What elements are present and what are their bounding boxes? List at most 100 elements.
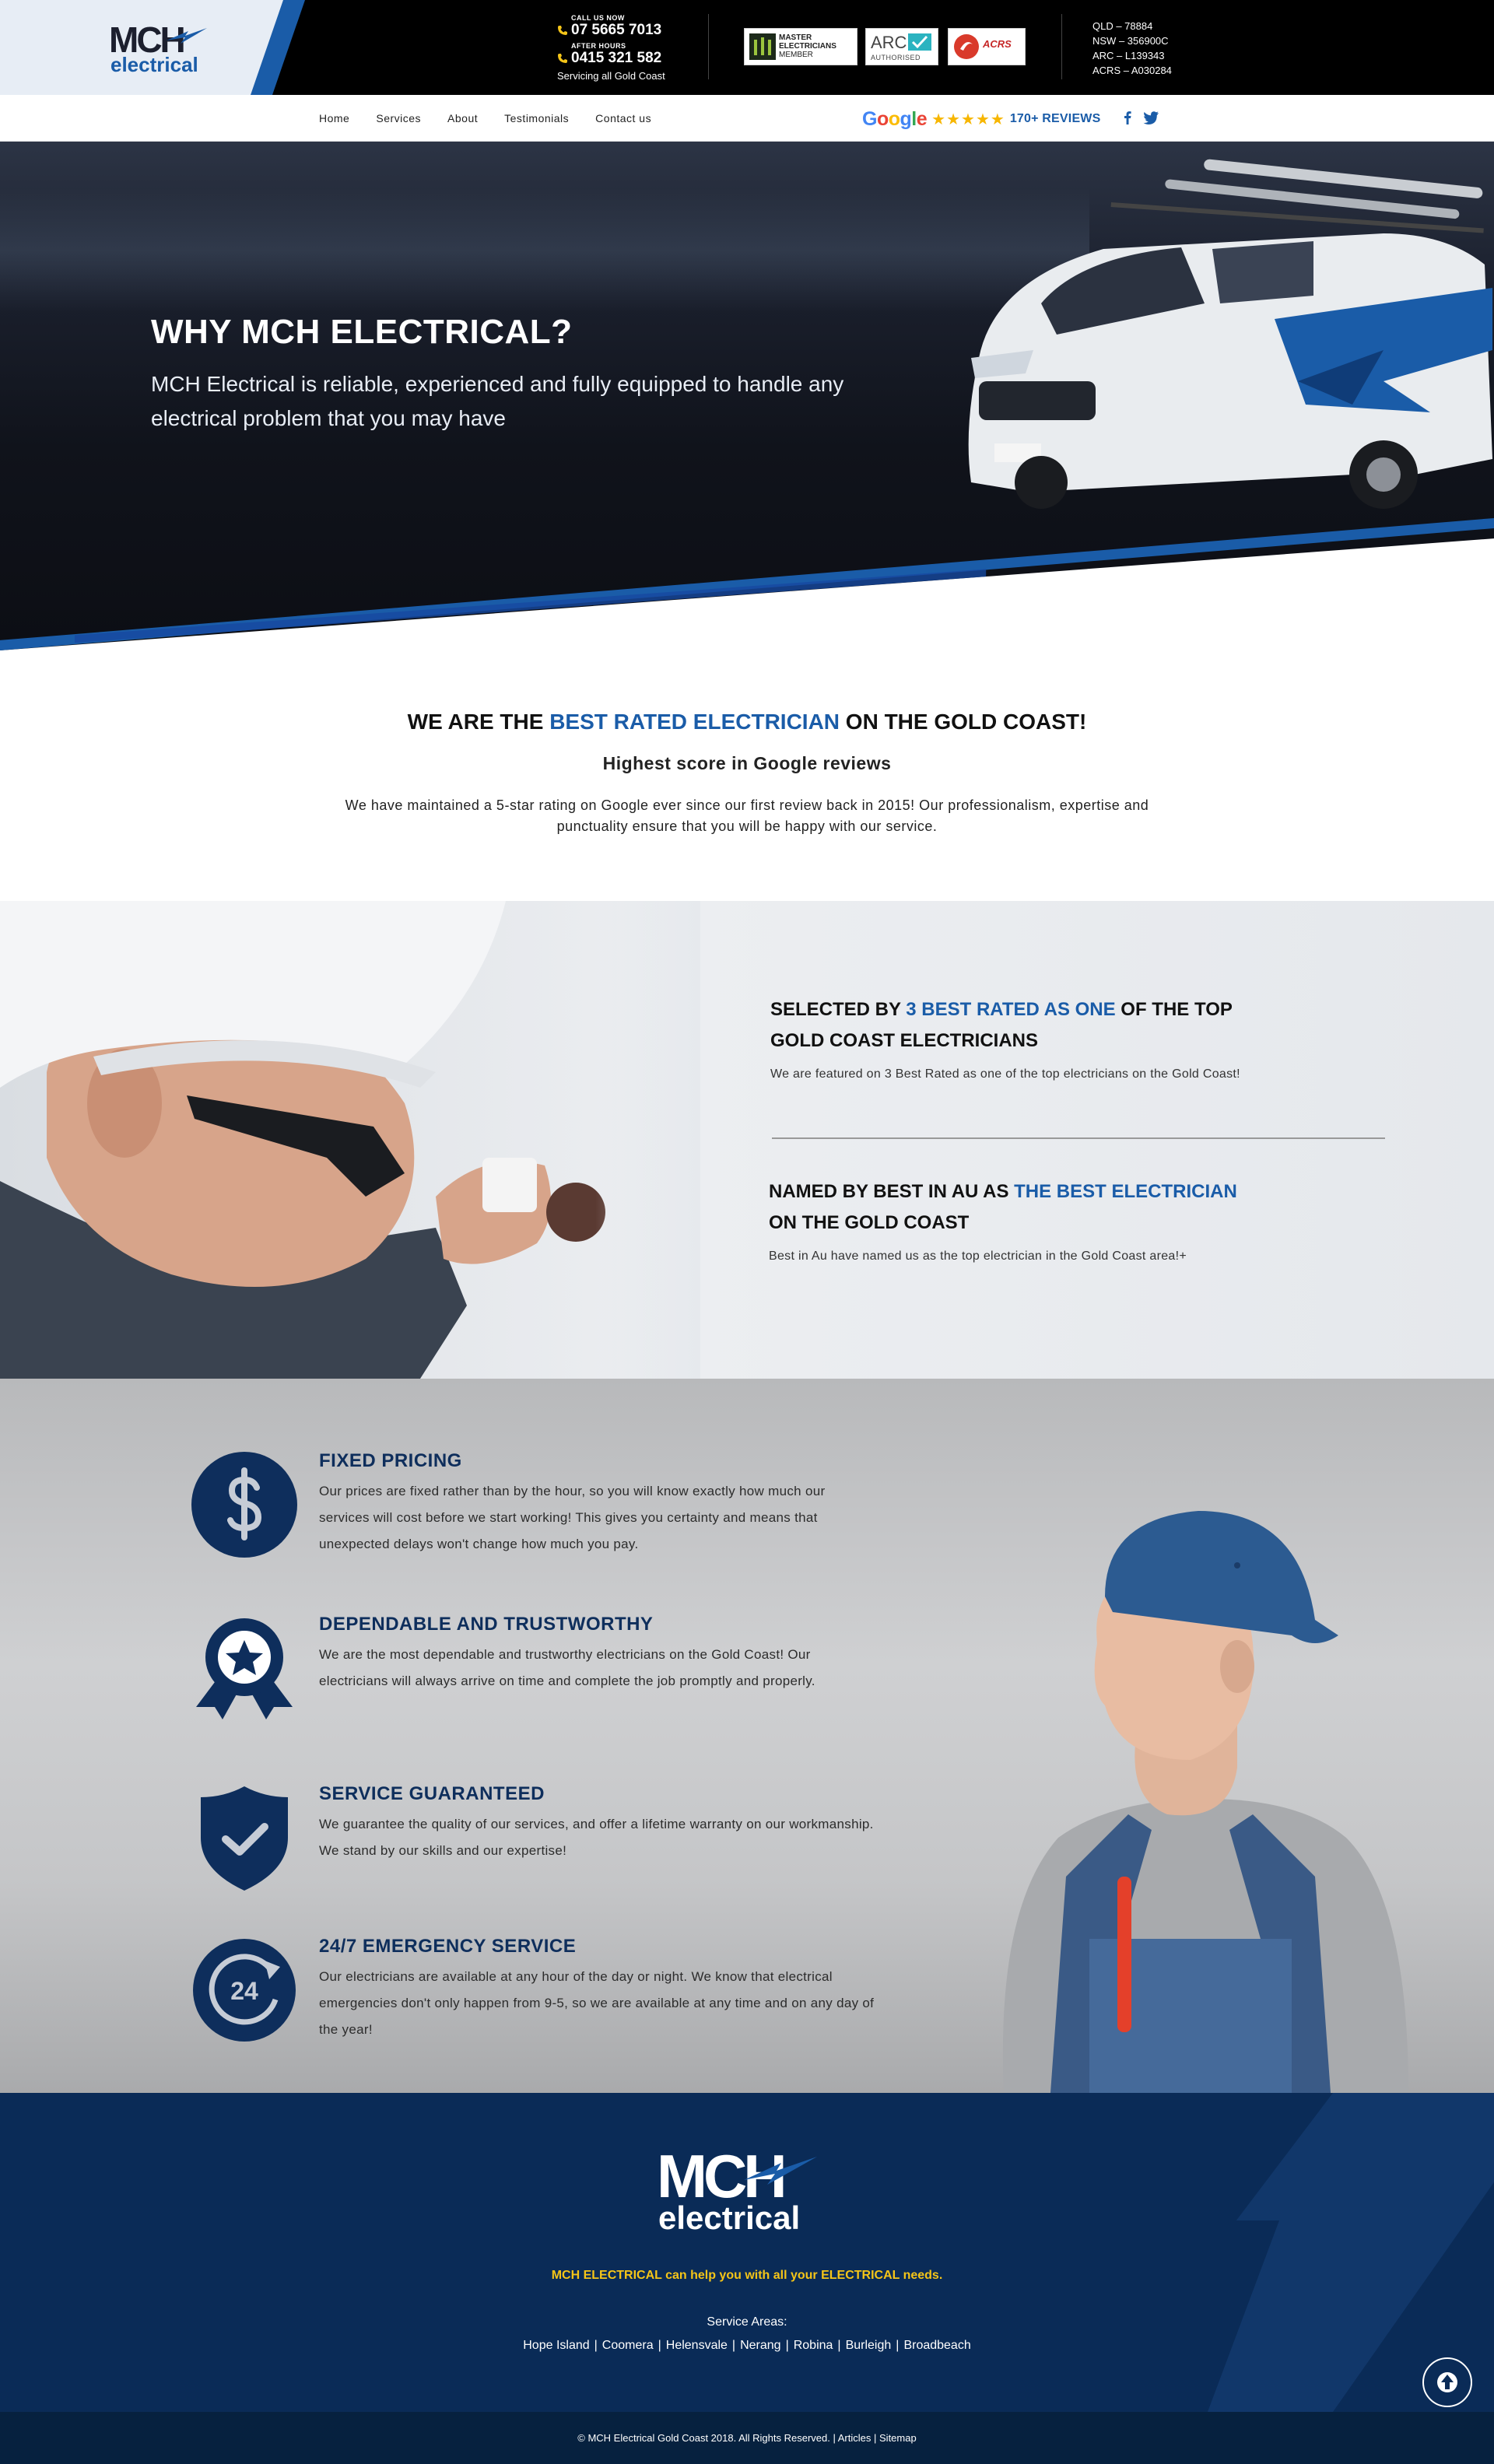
- sitemap-link[interactable]: Sitemap: [879, 2432, 917, 2444]
- rating-subtitle: Highest score in Google reviews: [602, 753, 892, 773]
- acrs-logo-icon: [954, 34, 979, 59]
- service-van-image: [968, 159, 1492, 509]
- google-reviews-link[interactable]: Google ★★★★★ 170+ REVIEWS: [862, 107, 1101, 130]
- clock-24-icon: 24: [193, 1939, 296, 2042]
- footer-logo-electrical: electrical: [658, 2199, 801, 2236]
- rating-title: WE ARE THE BEST RATED ELECTRICIAN ON THE…: [0, 710, 1494, 734]
- nav-menu: Home Services About Testimonials Contact…: [319, 95, 678, 142]
- lightning-bolt-icon: [744, 2157, 817, 2185]
- service-area-link[interactable]: Robina: [794, 2339, 833, 2352]
- rating-title-post: ON THE GOLD COAST!: [840, 710, 1087, 734]
- servicing-text: Servicing all Gold Coast: [557, 70, 665, 82]
- service-area-link[interactable]: Helensvale: [666, 2339, 728, 2352]
- scroll-to-top-button[interactable]: [1422, 2357, 1472, 2407]
- call-now-number: 07 5665 7013: [571, 22, 662, 38]
- service-areas-list: Hope Island | Coomera | Helensvale | Nerang | Ro…: [523, 2339, 971, 2352]
- featured-title-2-highlight: THE BEST ELECTRICIAN: [1014, 1181, 1237, 1202]
- service-area-link[interactable]: Broadbeach: [903, 2339, 970, 2352]
- nav-item-testimonials[interactable]: Testimonials: [504, 112, 569, 124]
- benefit-text: We are the most dependable and trustwort…: [319, 1647, 815, 1688]
- service-area-link[interactable]: Hope Island: [523, 2339, 589, 2352]
- nav-item-contact[interactable]: Contact us: [595, 112, 651, 124]
- hero-section: WHY MCH ELECTRICAL? MCH Electrical is re…: [0, 142, 1494, 650]
- featured-block-3bestrated: SELECTED BY 3 BEST RATED AS ONE OF THE T…: [770, 994, 1393, 1081]
- clock-24-label: 24: [230, 1977, 258, 2005]
- footer: MCH electrical MCH ELECTRICAL can help y…: [0, 2093, 1494, 2412]
- licence-item: ACRS – A030284: [1092, 65, 1172, 76]
- nav-item-services[interactable]: Services: [376, 112, 421, 124]
- phone-block: CALL US NOW 07 5665 7013 AFTER HOURS 041…: [557, 14, 665, 82]
- twitter-icon[interactable]: [1142, 109, 1159, 126]
- nav-item-home[interactable]: Home: [319, 112, 349, 124]
- featured-title-1: SELECTED BY 3 BEST RATED AS ONE OF THE T…: [770, 994, 1393, 1057]
- featured-title-1-highlight: 3 BEST RATED AS ONE: [906, 999, 1116, 1020]
- articles-link[interactable]: Articles: [838, 2432, 872, 2444]
- featured-title-1-post: OF THE TOP: [1115, 999, 1233, 1020]
- service-area-link[interactable]: Nerang: [740, 2339, 780, 2352]
- licence-list: QLD – 78884 NSW – 356900C ARC – L139343 …: [1092, 19, 1172, 78]
- licence-item: NSW – 356900C: [1092, 35, 1169, 47]
- benefit-title: FIXED PRICING: [319, 1450, 462, 1471]
- benefit-title: DEPENDABLE AND TRUSTWORTHY: [319, 1614, 654, 1635]
- copyright-text: © MCH Electrical Gold Coast 2018. All Ri…: [577, 2432, 830, 2444]
- main-nav: Home Services About Testimonials Contact…: [0, 95, 1494, 142]
- featured-text-2: Best in Au have named us as the top elec…: [769, 1250, 1187, 1263]
- facebook-icon[interactable]: [1119, 109, 1136, 126]
- licence-item: QLD – 78884: [1092, 20, 1153, 32]
- arc-authorised-badge: ARC AUTHORISED: [865, 28, 938, 65]
- hero-subtitle: MCH Electrical is reliable, experienced …: [151, 372, 844, 430]
- arc-name: ARC: [871, 33, 907, 52]
- benefit-text: Our electricians are available at any ho…: [319, 1969, 875, 2037]
- master-line-3: MEMBER: [779, 51, 813, 59]
- arrow-up-icon: [1437, 2372, 1457, 2392]
- benefit-title: 24/7 EMERGENCY SERVICE: [319, 1936, 577, 1957]
- featured-title-2-pre: NAMED BY BEST IN AU AS: [769, 1181, 1015, 1202]
- after-hours-number: 0415 321 582: [571, 50, 662, 66]
- master-line-2: ELECTRICIANS: [779, 42, 836, 51]
- service-areas-label: Service Areas:: [707, 2315, 787, 2329]
- divider: [708, 14, 709, 79]
- award-ribbon-icon: [196, 1618, 293, 1719]
- footer-tagline: MCH ELECTRICAL can help you with all you…: [551, 2269, 943, 2282]
- featured-divider: [772, 1137, 1385, 1139]
- call-now-label: CALL US NOW: [571, 14, 625, 22]
- featured-title-1-line2: GOLD COAST ELECTRICIANS: [770, 1030, 1039, 1051]
- logo-electrical-text: electrical: [110, 53, 198, 76]
- arc-sub: AUTHORISED: [871, 54, 921, 61]
- site-logo[interactable]: MCH electrical: [109, 22, 218, 76]
- top-bar: MCH electrical CALL US NOW 07 5665 7013 …: [0, 0, 1494, 95]
- reviews-count: 170+ REVIEWS: [1009, 112, 1101, 125]
- licence-item: ARC – L139343: [1092, 50, 1165, 61]
- benefit-text: Our prices are fixed rather than by the …: [319, 1484, 826, 1551]
- nav-item-about[interactable]: About: [447, 112, 478, 124]
- service-area-link[interactable]: Coomera: [602, 2339, 654, 2352]
- master-electricians-badge: MASTER ELECTRICIANS MEMBER: [744, 28, 857, 65]
- after-hours-row[interactable]: AFTER HOURS 0415 321 582: [557, 42, 661, 70]
- hero-title: WHY MCH ELECTRICAL?: [151, 313, 573, 351]
- hero-water-glow: [0, 188, 1089, 313]
- featured-title-2: NAMED BY BEST IN AU AS THE BEST ELECTRIC…: [769, 1176, 1391, 1239]
- footer-logo[interactable]: MCH electrical: [654, 2146, 840, 2242]
- benefit-title: SERVICE GUARANTEED: [319, 1783, 545, 1804]
- featured-section: SELECTED BY 3 BEST RATED AS ONE OF THE T…: [0, 901, 1494, 1379]
- rating-section: WE ARE THE BEST RATED ELECTRICIAN ON THE…: [0, 650, 1494, 901]
- call-now-row[interactable]: CALL US NOW 07 5665 7013: [557, 14, 661, 42]
- rating-text: We have maintained a 5-star rating on Go…: [345, 797, 1149, 834]
- google-logo: Google: [862, 107, 928, 130]
- rating-title-pre: WE ARE THE: [407, 710, 550, 734]
- copyright-bar: © MCH Electrical Gold Coast 2018. All Ri…: [0, 2412, 1494, 2464]
- featured-title-2-line2: ON THE GOLD COAST: [769, 1212, 970, 1233]
- featured-title-1-pre: SELECTED BY: [770, 999, 907, 1020]
- master-electricians-icon: [749, 33, 776, 60]
- worker-photo: [1002, 1511, 1408, 2093]
- master-line-1: MASTER: [779, 33, 812, 42]
- electrician-photo: [0, 901, 700, 1379]
- master-electricians-text: MASTER ELECTRICIANS MEMBER: [779, 33, 836, 59]
- service-area-link[interactable]: Burleigh: [846, 2339, 892, 2352]
- after-hours-label: AFTER HOURS: [571, 42, 626, 50]
- featured-text-1: We are featured on 3 Best Rated as one o…: [770, 1067, 1240, 1081]
- acrs-name: ACRS: [983, 38, 1012, 50]
- phone-icon: [558, 26, 567, 35]
- benefits-section: FIXED PRICING Our prices are fixed rathe…: [0, 1379, 1494, 2093]
- divider: [1061, 14, 1062, 79]
